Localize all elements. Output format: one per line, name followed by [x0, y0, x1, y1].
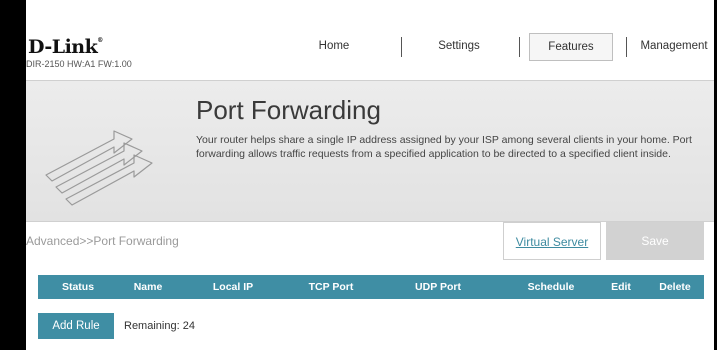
nav-features[interactable]: Features: [529, 33, 613, 61]
column-header-tcp-port: TCP Port: [308, 281, 354, 293]
nav-divider: [626, 37, 627, 57]
column-header-status: Status: [61, 281, 95, 293]
page-title: Port Forwarding: [196, 95, 381, 125]
router-admin-page: D-Link® DIR-2150 HW:A1 FW:1.00 Home Sett…: [26, 0, 714, 350]
dlink-logo: D-Link®: [28, 36, 103, 58]
nav-settings[interactable]: Settings: [424, 33, 494, 61]
column-header-schedule: Schedule: [527, 281, 575, 293]
breadcrumb: Advanced>>Port Forwarding: [26, 234, 179, 248]
port-forwarding-illustration-icon: [45, 130, 153, 206]
column-header-local-ip: Local IP: [212, 281, 254, 293]
top-header: D-Link® DIR-2150 HW:A1 FW:1.00 Home Sett…: [26, 0, 714, 80]
model-info: DIR-2150 HW:A1 FW:1.00: [26, 59, 132, 69]
main-nav: Home Settings Features Management: [266, 33, 714, 61]
add-rule-button[interactable]: Add Rule: [38, 313, 114, 339]
virtual-server-link[interactable]: Virtual Server: [503, 222, 601, 260]
column-header-name: Name: [133, 281, 163, 293]
page-description: Your router helps share a single IP addr…: [196, 134, 692, 160]
column-header-udp-port: UDP Port: [415, 281, 461, 293]
column-header-edit: Edit: [611, 281, 631, 293]
page-banner: Port Forwarding Your router helps share …: [26, 80, 714, 222]
remaining-count: Remaining: 24: [124, 320, 195, 332]
nav-home[interactable]: Home: [304, 33, 364, 61]
save-button[interactable]: Save: [606, 222, 704, 260]
nav-divider: [401, 37, 402, 57]
column-header-delete: Delete: [659, 281, 691, 293]
nav-management[interactable]: Management: [634, 33, 714, 61]
nav-divider: [519, 37, 520, 57]
breadcrumb-bar: Advanced>>Port Forwarding Virtual Server…: [26, 222, 714, 260]
rules-table-header: Status Name Local IP TCP Port UDP Port S…: [38, 275, 704, 299]
